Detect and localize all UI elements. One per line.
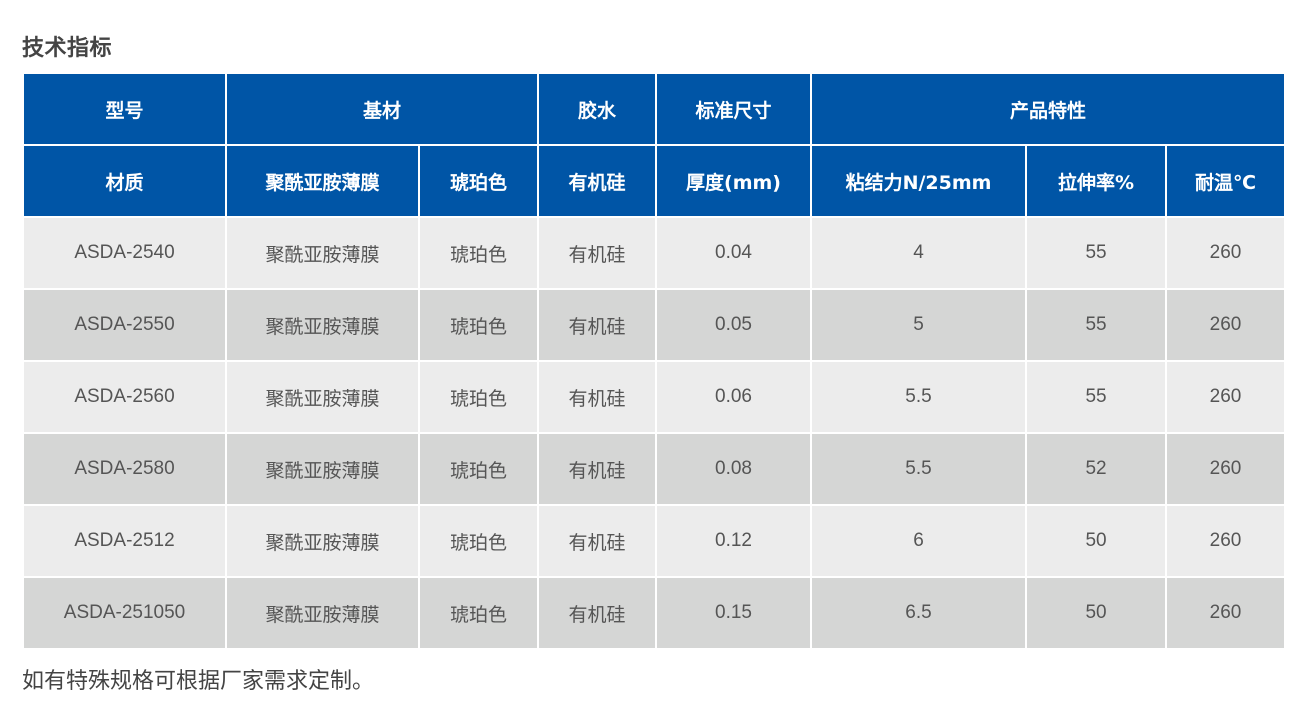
cell-model: ASDA-2560 [22,360,227,434]
cell-material: 聚酰亚胺薄膜 [225,576,420,650]
table-row: ASDA-2580 聚酰亚胺薄膜 琥珀色 有机硅 0.08 5.5 52 260 [22,432,1287,506]
table-row: ASDA-2540 聚酰亚胺薄膜 琥珀色 有机硅 0.04 4 55 260 [22,216,1287,290]
header-model: 型号 [22,72,227,146]
cell-adhesion: 6 [810,504,1028,578]
header-row-secondary: 材质 聚酰亚胺薄膜 琥珀色 有机硅 厚度(mm) 粘结力N/25mm 拉伸率% … [22,144,1287,218]
header-adhesive: 胶水 [537,72,658,146]
header-thickness: 厚度(mm) [655,144,813,218]
cell-color: 琥珀色 [417,288,540,362]
section-title: 技术指标 [22,36,113,61]
cell-thickness: 0.15 [655,576,813,650]
cell-model: ASDA-2512 [22,504,227,578]
table-row: ASDA-251050 聚酰亚胺薄膜 琥珀色 有机硅 0.15 6.5 50 2… [22,576,1287,650]
cell-temperature: 260 [1165,216,1287,290]
cell-adhesion: 4 [810,216,1028,290]
header-elongation: 拉伸率% [1025,144,1168,218]
cell-model: ASDA-251050 [22,576,227,650]
cell-elongation: 50 [1025,576,1168,650]
cell-temperature: 260 [1165,288,1287,362]
table-row: ASDA-2512 聚酰亚胺薄膜 琥珀色 有机硅 0.12 6 50 260 [22,504,1287,578]
cell-adhesion: 6.5 [810,576,1028,650]
cell-model: ASDA-2550 [22,288,227,362]
cell-glue: 有机硅 [537,432,658,506]
cell-color: 琥珀色 [417,504,540,578]
cell-glue: 有机硅 [537,288,658,362]
header-glue: 有机硅 [537,144,658,218]
header-substrate: 基材 [224,72,540,146]
cell-color: 琥珀色 [417,576,540,650]
cell-elongation: 52 [1025,432,1168,506]
cell-adhesion: 5 [810,288,1028,362]
header-color: 琥珀色 [417,144,540,218]
cell-elongation: 55 [1025,288,1168,362]
cell-temperature: 260 [1165,360,1287,434]
cell-color: 琥珀色 [417,360,540,434]
cell-glue: 有机硅 [537,504,658,578]
cell-elongation: 55 [1025,360,1168,434]
cell-temperature: 260 [1165,432,1287,506]
spec-table: 型号 基材 胶水 标准尺寸 产品特性 材质 聚酰亚胺薄膜 琥珀色 有机硅 厚度(… [22,72,1287,650]
cell-glue: 有机硅 [537,360,658,434]
header-product-features: 产品特性 [810,72,1287,146]
header-standard-size: 标准尺寸 [655,72,813,146]
cell-elongation: 50 [1025,504,1168,578]
cell-thickness: 0.04 [655,216,813,290]
cell-glue: 有机硅 [537,216,658,290]
header-adhesion: 粘结力N/25mm [810,144,1028,218]
header-material: 材质 [22,144,227,218]
cell-thickness: 0.08 [655,432,813,506]
cell-material: 聚酰亚胺薄膜 [225,504,420,578]
cell-glue: 有机硅 [537,576,658,650]
cell-material: 聚酰亚胺薄膜 [225,216,420,290]
cell-temperature: 260 [1165,504,1287,578]
cell-color: 琥珀色 [417,216,540,290]
cell-material: 聚酰亚胺薄膜 [225,360,420,434]
cell-thickness: 0.06 [655,360,813,434]
footnote: 如有特殊规格可根据厂家需求定制。 [22,669,375,694]
header-row-primary: 型号 基材 胶水 标准尺寸 产品特性 [22,72,1287,146]
header-film: 聚酰亚胺薄膜 [225,144,420,218]
header-temperature: 耐温℃ [1165,144,1287,218]
cell-color: 琥珀色 [417,432,540,506]
cell-material: 聚酰亚胺薄膜 [225,288,420,362]
cell-adhesion: 5.5 [810,360,1028,434]
cell-adhesion: 5.5 [810,432,1028,506]
cell-elongation: 55 [1025,216,1168,290]
cell-thickness: 0.05 [655,288,813,362]
cell-material: 聚酰亚胺薄膜 [225,432,420,506]
cell-model: ASDA-2540 [22,216,227,290]
cell-temperature: 260 [1165,576,1287,650]
cell-model: ASDA-2580 [22,432,227,506]
table-row: ASDA-2560 聚酰亚胺薄膜 琥珀色 有机硅 0.06 5.5 55 260 [22,360,1287,434]
table-row: ASDA-2550 聚酰亚胺薄膜 琥珀色 有机硅 0.05 5 55 260 [22,288,1287,362]
cell-thickness: 0.12 [655,504,813,578]
